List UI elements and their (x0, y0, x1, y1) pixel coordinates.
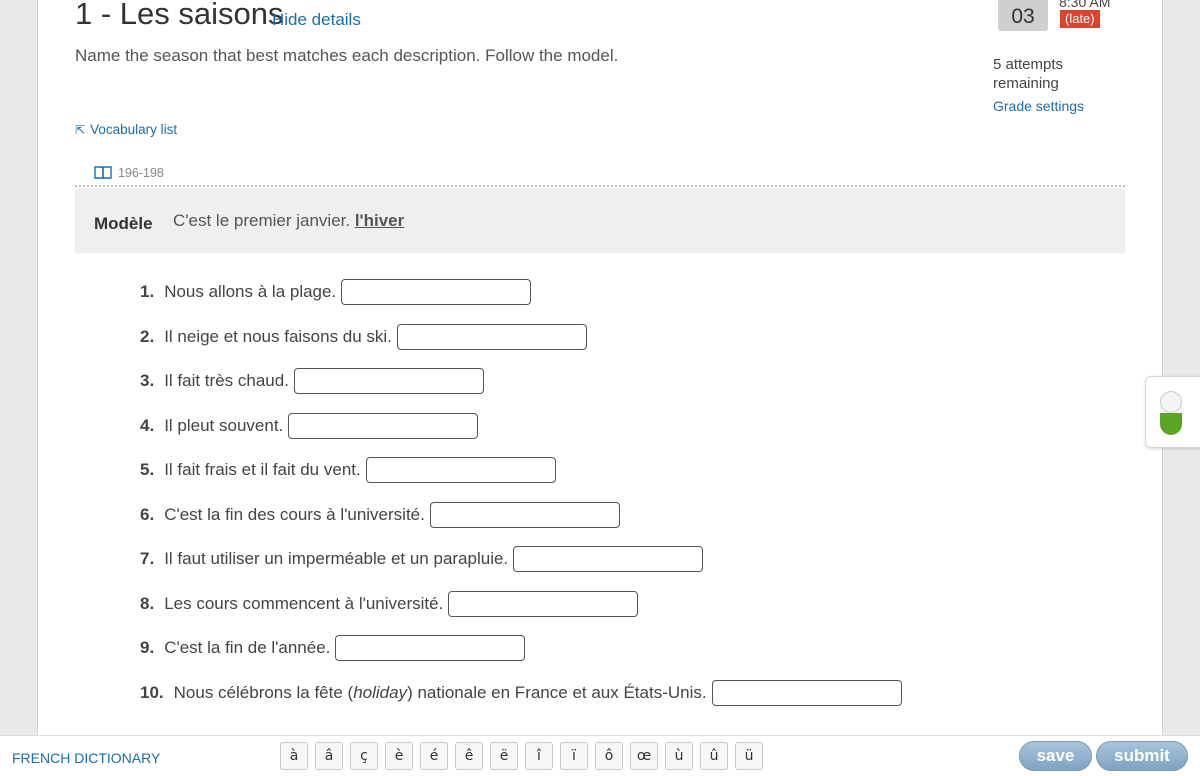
answer-input-5[interactable] (365, 457, 556, 483)
question-item: 1. Nous allons à la plage. (140, 279, 902, 324)
question-number: 9. (140, 638, 155, 657)
question-item: 2. Il neige et nous faisons du ski. (140, 323, 902, 369)
french-dictionary-link[interactable]: FRENCH DICTIONARY (12, 750, 160, 766)
char-c-cedilla-button[interactable]: ç (350, 742, 378, 770)
footer-toolbar: FRENCH DICTIONARY à â ç è é ê ë î ï ô œ … (0, 735, 1200, 776)
question-text-italic: holiday (353, 682, 408, 702)
divider (75, 185, 1125, 187)
attempts-remaining: 5 attempts remaining (993, 56, 1064, 92)
answer-input-7[interactable] (513, 546, 704, 572)
char-e-diaeresis-button[interactable]: ë (490, 742, 518, 770)
late-badge: (late) (1060, 10, 1100, 28)
char-e-acute-button[interactable]: é (420, 742, 448, 770)
char-e-circumflex-button[interactable]: ê (455, 742, 483, 770)
question-item: 9. C'est la fin de l'année. (140, 635, 902, 680)
question-text: Il neige et nous faisons du ski. (164, 326, 392, 346)
question-number: 2. (140, 326, 155, 346)
answer-input-8[interactable] (448, 590, 639, 617)
due-date-day: 03 (998, 0, 1048, 31)
answer-input-6[interactable] (429, 501, 620, 528)
char-i-circumflex-button[interactable]: î (525, 742, 553, 770)
model-label: Modèle (94, 214, 153, 233)
save-button[interactable]: save (1019, 741, 1092, 771)
question-text: Les cours commencent à l'université. (164, 593, 444, 613)
question-number: 3. (140, 371, 155, 390)
question-text: Nous allons à la plage. (164, 282, 337, 301)
question-text: Il faut utiliser un imperméable et un pa… (164, 549, 509, 568)
page-range: 196-198 (118, 166, 164, 180)
model-sentence-wrap: C'est le premier janvier. l'hiver (173, 211, 404, 231)
char-u-circumflex-button[interactable]: û (700, 742, 728, 770)
question-item: 6. C'est la fin des cours à l'université… (140, 501, 902, 547)
char-u-diaeresis-button[interactable]: ü (735, 742, 763, 770)
char-oe-ligature-button[interactable]: œ (630, 742, 658, 770)
accent-character-bar: à â ç è é ê ë î ï ô œ ù û ü (280, 742, 763, 770)
question-text-before: Nous célébrons la fête ( (173, 682, 354, 702)
model-answer: l'hiver (354, 211, 405, 230)
due-time: 8:30 AM (1059, 0, 1111, 10)
question-text: Il fait frais et il fait du vent. (164, 460, 361, 479)
expand-arrow-icon: ⇱ (75, 122, 86, 137)
assignment-title: 1 - Les saisons (75, 0, 284, 31)
question-number: 7. (140, 549, 155, 568)
question-item: 3. Il fait très chaud. (140, 368, 902, 413)
vocabulary-list-link[interactable]: ⇱ Vocabulary list (75, 122, 177, 137)
char-i-diaeresis-button[interactable]: ï (560, 742, 588, 770)
question-item: 10. Nous célébrons la fête (holiday) nat… (140, 679, 902, 725)
question-number: 4. (140, 415, 155, 435)
progress-toggle-track[interactable] (1160, 391, 1182, 435)
char-a-circumflex-button[interactable]: â (315, 742, 343, 770)
question-text: C'est la fin des cours à l'université. (164, 504, 425, 524)
question-number: 1. (140, 282, 155, 301)
char-a-grave-button[interactable]: à (280, 742, 308, 770)
progress-toggle-widget[interactable] (1145, 376, 1200, 448)
question-text: Il pleut souvent. (164, 415, 284, 435)
question-list: 1. Nous allons à la plage. 2. Il neige e… (140, 279, 902, 724)
question-text: Nous célébrons la fête (holiday) nationa… (174, 680, 707, 703)
toggle-knob[interactable] (1160, 391, 1182, 413)
question-item: 7. Il faut utiliser un imperméable et un… (140, 546, 902, 591)
answer-input-9[interactable] (335, 635, 526, 661)
answer-input-1[interactable] (341, 279, 532, 305)
grade-settings-link[interactable]: Grade settings (993, 98, 1084, 114)
submit-button[interactable]: submit (1096, 741, 1188, 771)
question-item: 8. Les cours commencent à l'université. (140, 590, 902, 636)
question-number: 8. (140, 593, 155, 613)
answer-input-2[interactable] (396, 323, 587, 350)
answer-input-4[interactable] (288, 412, 479, 439)
answer-input-10[interactable] (711, 679, 902, 706)
model-example: Modèle C'est le premier janvier. l'hiver (75, 188, 1125, 253)
vocabulary-list-label: Vocabulary list (90, 122, 178, 137)
question-text: Il fait très chaud. (164, 371, 289, 390)
char-o-circumflex-button[interactable]: ô (595, 742, 623, 770)
question-item: 5. Il fait frais et il fait du vent. (140, 457, 902, 502)
answer-input-3[interactable] (293, 368, 484, 394)
instructions: Name the season that best matches each d… (75, 46, 619, 65)
char-u-grave-button[interactable]: ù (665, 742, 693, 770)
question-number: 5. (140, 460, 155, 479)
char-e-grave-button[interactable]: è (385, 742, 413, 770)
question-text: C'est la fin de l'année. (164, 638, 331, 657)
question-item: 4. Il pleut souvent. (140, 412, 902, 458)
model-sentence: C'est le premier janvier. (173, 211, 351, 230)
question-number: 10. (140, 682, 164, 702)
hide-details-link[interactable]: Hide details (272, 10, 361, 30)
textbook-reference: 196-198 (94, 166, 164, 180)
question-number: 6. (140, 504, 155, 524)
book-icon (94, 166, 112, 180)
question-text-after: ) nationale en France et aux États-Unis. (407, 682, 707, 702)
